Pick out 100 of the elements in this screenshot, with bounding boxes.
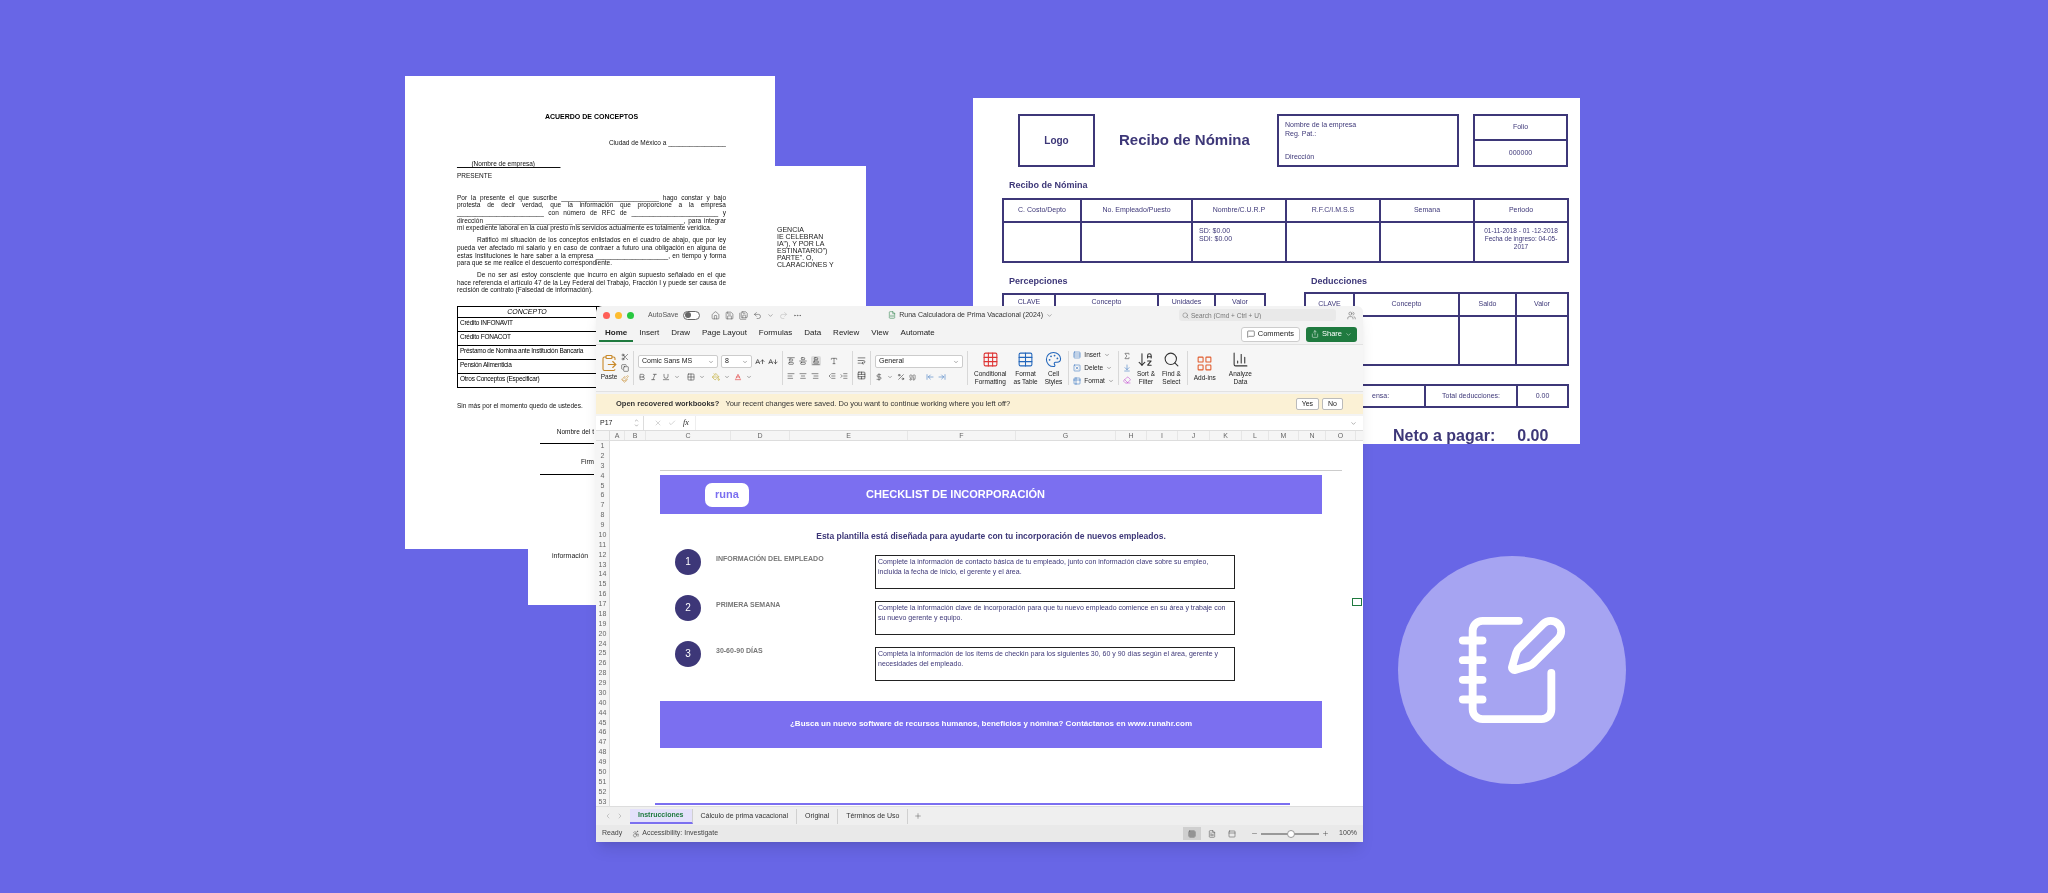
window-zoom-button[interactable] bbox=[627, 311, 634, 319]
scroll-left-icon[interactable] bbox=[604, 812, 612, 820]
ribbon-tab[interactable]: Draw bbox=[665, 326, 696, 342]
page-icon bbox=[1208, 829, 1217, 838]
increase-decimal-icon[interactable] bbox=[926, 373, 934, 381]
caret-icon[interactable] bbox=[1350, 419, 1357, 427]
step-number: 1 bbox=[675, 548, 701, 575]
cut-icon[interactable] bbox=[621, 353, 629, 361]
people-icon[interactable] bbox=[1347, 310, 1356, 320]
confirm-icon[interactable] bbox=[668, 419, 676, 427]
align-center-icon[interactable] bbox=[799, 372, 807, 380]
italic-icon[interactable] bbox=[650, 373, 658, 381]
copy-icon[interactable] bbox=[621, 364, 629, 372]
undo-icon[interactable] bbox=[753, 310, 763, 320]
currency-icon[interactable] bbox=[875, 373, 883, 381]
function-button[interactable]: fx bbox=[683, 417, 689, 429]
window-minimize-button[interactable] bbox=[615, 311, 622, 319]
normal-view-button[interactable] bbox=[1183, 827, 1202, 840]
comment-icon[interactable] bbox=[1246, 330, 1255, 338]
ribbon-tab[interactable]: View bbox=[865, 326, 895, 342]
step-number: 3 bbox=[675, 640, 701, 667]
banner-title: CHECKLIST DE INCORPORACIÓN bbox=[866, 487, 1046, 503]
sort-filter-icon[interactable] bbox=[1137, 351, 1155, 368]
zoom-slider[interactable] bbox=[1261, 832, 1320, 835]
ribbon-tab[interactable]: Formulas bbox=[752, 326, 799, 342]
delete-cells-icon bbox=[1073, 364, 1082, 372]
search-icon bbox=[1182, 311, 1189, 319]
wrap-text-icon[interactable] bbox=[857, 356, 866, 365]
save-icon[interactable] bbox=[725, 310, 735, 320]
decrease-font-icon[interactable] bbox=[768, 356, 778, 367]
caret-icon[interactable] bbox=[1046, 311, 1054, 319]
caret-icon[interactable] bbox=[724, 374, 730, 380]
decrease-decimal-icon[interactable] bbox=[938, 373, 946, 381]
ribbon-tab[interactable]: Page Layout bbox=[695, 326, 753, 342]
fill-down-icon[interactable] bbox=[1122, 364, 1131, 372]
caret-icon[interactable] bbox=[699, 374, 705, 380]
zoom-out-icon[interactable] bbox=[1251, 830, 1259, 837]
insert-rows-icon bbox=[1073, 351, 1082, 360]
borders-icon[interactable] bbox=[687, 373, 695, 381]
align-left-icon[interactable] bbox=[787, 372, 795, 380]
net-pay-value: 0.00 bbox=[1517, 426, 1549, 446]
autosum-icon[interactable] bbox=[1122, 352, 1131, 360]
indent-decrease-icon[interactable] bbox=[828, 372, 836, 380]
intro-text: Esta plantilla está diseñada para ayudarte con tu incorporación de nuevos empleados. bbox=[815, 530, 1167, 543]
align-right-icon[interactable] bbox=[811, 372, 819, 380]
caret-icon bbox=[708, 358, 714, 365]
scroll-right-icon[interactable] bbox=[616, 812, 624, 820]
indent-increase-icon[interactable] bbox=[840, 372, 848, 380]
zoom-in-icon[interactable] bbox=[1322, 830, 1330, 837]
align-middle-icon[interactable] bbox=[799, 357, 807, 365]
home-icon[interactable] bbox=[711, 310, 721, 320]
grid-icon bbox=[1188, 829, 1197, 838]
increase-font-icon[interactable] bbox=[755, 356, 765, 367]
window-close-button[interactable] bbox=[603, 311, 610, 319]
table-format-icon bbox=[1073, 376, 1082, 385]
add-sheet-icon[interactable] bbox=[914, 812, 923, 820]
text-orientation-icon[interactable] bbox=[830, 357, 838, 365]
ribbon-tab[interactable]: Review bbox=[827, 326, 866, 342]
clipboard-icon[interactable] bbox=[600, 354, 618, 373]
cancel-icon[interactable] bbox=[654, 419, 662, 427]
ribbon-tab[interactable]: Automate bbox=[894, 326, 941, 342]
format-painter-icon[interactable] bbox=[621, 375, 629, 383]
receipt-title: Recibo de Nómina bbox=[1119, 130, 1251, 151]
caret-icon[interactable] bbox=[674, 374, 680, 380]
autosave-toggle[interactable] bbox=[683, 310, 701, 320]
fill-color-icon[interactable] bbox=[712, 373, 720, 381]
align-bottom-icon[interactable] bbox=[812, 357, 820, 365]
cell-styles-icon[interactable] bbox=[1044, 351, 1062, 368]
slider-thumb[interactable] bbox=[1287, 829, 1296, 838]
ribbon-tab[interactable]: Data bbox=[798, 326, 828, 342]
section-heading: Percepciones bbox=[1009, 274, 1068, 288]
conditional-formatting-icon[interactable] bbox=[981, 351, 999, 368]
comma-style-icon[interactable] bbox=[909, 373, 916, 381]
eraser-icon[interactable] bbox=[1122, 376, 1131, 384]
format-as-table-icon[interactable] bbox=[1017, 351, 1035, 368]
redo-icon[interactable] bbox=[779, 310, 789, 320]
align-top-icon[interactable] bbox=[787, 357, 795, 365]
find-select-icon[interactable] bbox=[1162, 351, 1180, 368]
caret-icon[interactable] bbox=[746, 374, 752, 380]
section-heading: Deducciones bbox=[1311, 274, 1368, 288]
ribbon-tab[interactable]: Insert bbox=[633, 326, 666, 342]
font-color-icon[interactable] bbox=[734, 373, 742, 381]
share-icon[interactable] bbox=[1311, 330, 1319, 338]
analyze-data-icon[interactable] bbox=[1231, 351, 1249, 368]
bold-icon[interactable] bbox=[638, 373, 646, 381]
contact-text: ¿Busca un nuevo software de recursos humanos, beneficios y nómina? Contáctanos en www.runahr.com bbox=[790, 718, 1192, 731]
save-as-icon[interactable] bbox=[739, 310, 749, 320]
caret-icon bbox=[742, 358, 748, 365]
merge-cells-icon[interactable] bbox=[857, 371, 866, 380]
ribbon-tab[interactable]: Home bbox=[599, 326, 634, 342]
spreadsheet-file-icon bbox=[888, 311, 897, 319]
add-ins-icon[interactable] bbox=[1196, 354, 1214, 372]
caret-icon[interactable] bbox=[767, 311, 775, 319]
logo-badge: runa bbox=[705, 482, 749, 507]
caret-icon[interactable] bbox=[887, 374, 893, 380]
underline-icon[interactable] bbox=[662, 373, 670, 381]
percent-icon[interactable] bbox=[897, 373, 905, 381]
caret-icon[interactable] bbox=[1345, 330, 1352, 338]
net-pay-label: Neto a pagar: bbox=[1393, 426, 1496, 446]
section-heading: Recibo de Nómina bbox=[1009, 179, 1088, 192]
